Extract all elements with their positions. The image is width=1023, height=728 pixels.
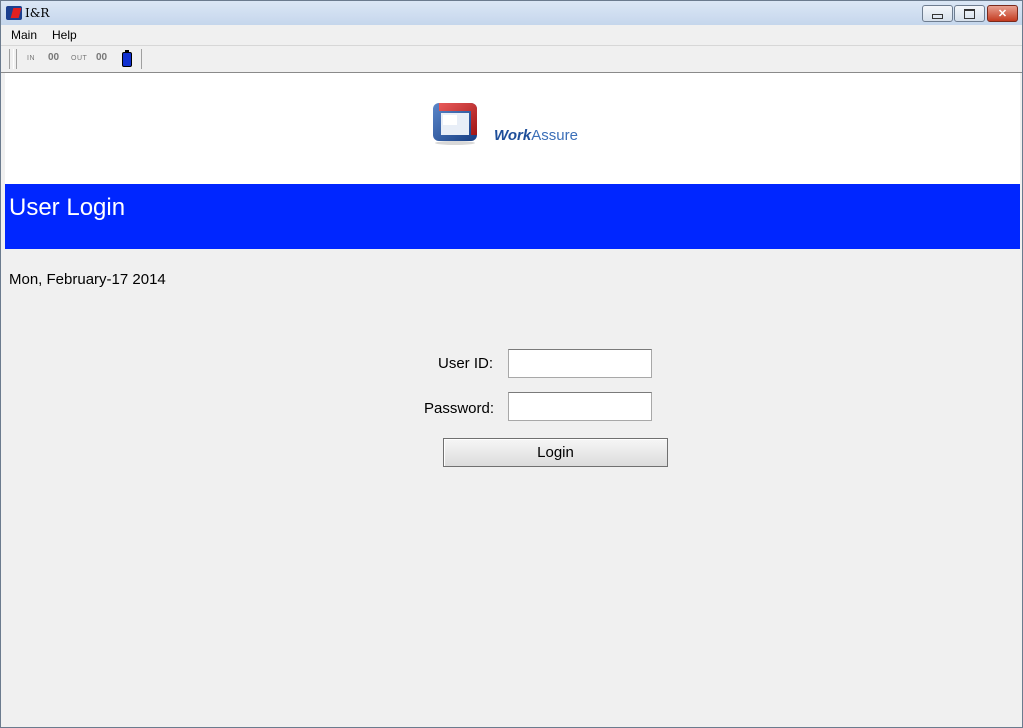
logo-area: WorkAssure (5, 73, 1020, 184)
out-label: OUT (71, 55, 88, 62)
app-window: I&R ✕ Main Help IN 00 OUT 00 WorkAssure … (0, 0, 1023, 728)
menu-bar: Main Help (1, 25, 1022, 46)
minimize-icon (932, 14, 943, 19)
logo-work: Work (494, 127, 532, 144)
password-input[interactable] (508, 392, 652, 421)
login-button[interactable]: Login (443, 438, 668, 467)
page-banner: User Login (5, 184, 1020, 249)
toolbar-grip[interactable] (9, 49, 14, 69)
current-date: Mon, February-17 2014 (9, 271, 166, 288)
toolbar-separator (16, 49, 17, 69)
page-title: User Login (9, 194, 126, 221)
maximize-button[interactable] (954, 5, 985, 22)
in-count: 00 (48, 52, 60, 63)
minimize-button[interactable] (922, 5, 953, 22)
window-title: I&R (25, 6, 50, 20)
user-id-input[interactable] (508, 349, 652, 378)
user-id-label: User ID: (438, 355, 494, 372)
logo-text: WorkAssure (494, 127, 578, 144)
app-logo-icon (6, 6, 22, 20)
close-button[interactable]: ✕ (987, 5, 1018, 22)
workassure-logo-icon (433, 103, 477, 145)
title-bar[interactable]: I&R ✕ (1, 1, 1022, 25)
menu-main[interactable]: Main (11, 28, 37, 42)
battery-icon (122, 50, 132, 67)
menu-help[interactable]: Help (52, 28, 77, 42)
maximize-icon (964, 8, 975, 19)
password-label: Password: (424, 400, 495, 417)
in-label: IN (27, 55, 35, 62)
toolbar-separator (141, 49, 142, 69)
login-page: WorkAssure User Login Mon, February-17 2… (5, 73, 1020, 727)
out-count: 00 (96, 52, 108, 63)
close-icon: ✕ (997, 8, 1008, 20)
toolbar: IN 00 OUT 00 (1, 46, 1022, 73)
logo-assure: Assure (531, 127, 578, 144)
